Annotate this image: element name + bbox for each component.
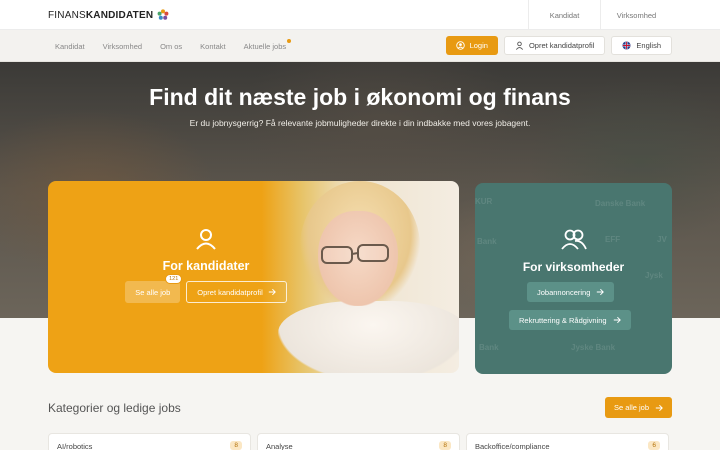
category-list: AI/robotics 8 Analyse 8 Backoffice/compl… (48, 433, 669, 450)
categories-title: Kategorier og ledige jobs (48, 401, 181, 415)
people-icon (561, 229, 587, 250)
client-logo-watermark: EFF (605, 235, 621, 244)
category-name: AI/robotics (57, 442, 93, 450)
job-ads-label: Jobannoncering (537, 287, 591, 297)
glasses-graphic (321, 244, 389, 264)
client-logo-watermark: Danske Bank (595, 199, 646, 208)
arrow-right-icon (597, 288, 605, 296)
user-circle-icon (455, 41, 465, 50)
nav-item-om-os[interactable]: Om os (160, 42, 182, 51)
create-candidate-profile-button[interactable]: Opret kandidatprofil (186, 281, 287, 303)
arrow-right-icon (613, 316, 621, 324)
main-nav: Kandidat Virksomhed Om os Kontakt Aktuel… (0, 30, 720, 62)
nav-item-aktuelle-jobs[interactable]: Aktuelle jobs (243, 38, 292, 51)
see-all-jobs-button[interactable]: Se alle job 121 (125, 274, 183, 303)
category-name: Backoffice/compliance (475, 442, 550, 450)
recruitment-button[interactable]: Rekruttering & Rådgivning (509, 310, 631, 330)
recruitment-label: Rekruttering & Rådgivning (519, 315, 607, 325)
category-card[interactable]: AI/robotics 8 (48, 433, 251, 450)
logo-text-part2: KANDIDATEN (85, 9, 154, 21)
candidates-card[interactable]: For kandidater Se alle job 121 Opret kan… (48, 181, 459, 373)
user-icon (515, 41, 523, 50)
hero-subtitle: Er du jobnysgerrig? Få relevante jobmuli… (189, 118, 531, 128)
category-name: Analyse (266, 442, 293, 450)
nav-item-aktuelle-jobs-label: Aktuelle jobs (243, 41, 287, 51)
category-card[interactable]: Backoffice/compliance 6 (466, 433, 669, 450)
client-logo-watermark: Jyske Bank (571, 343, 616, 352)
create-candidate-profile-label: Opret kandidatprofil (197, 287, 263, 297)
login-label: Login (469, 41, 488, 50)
hero-title: Find dit næste job i økonomi og finans (149, 84, 571, 110)
candidates-title: For kandidater (162, 259, 250, 273)
categories-see-all-label: Se alle job (613, 403, 650, 412)
categories-see-all-button[interactable]: Se alle job (605, 397, 672, 418)
client-logo-watermark: KUR (475, 197, 493, 206)
companies-card[interactable]: KUR Danske Bank Bank EFF JV Jysk Bank Jy… (475, 183, 672, 374)
person-icon (196, 229, 216, 250)
create-profile-button[interactable]: Opret kandidatprofil (503, 36, 606, 55)
category-count-badge: 8 (230, 441, 242, 450)
notification-dot (287, 38, 292, 43)
client-logo-watermark: Bank (477, 237, 497, 246)
nav-item-kontakt[interactable]: Kontakt (200, 42, 225, 51)
language-button[interactable]: English (611, 36, 672, 55)
see-all-jobs-label: Se alle job (135, 287, 171, 297)
category-count-badge: 6 (648, 441, 660, 450)
nav-item-kandidat[interactable]: Kandidat (55, 42, 85, 51)
job-count-badge: 121 (165, 274, 183, 284)
category-card[interactable]: Analyse 8 (257, 433, 460, 450)
category-count-badge: 8 (439, 441, 451, 450)
logo[interactable]: FINANS KANDIDATEN (48, 9, 169, 21)
top-link-kandidat[interactable]: Kandidat (528, 0, 600, 30)
arrow-right-icon (655, 404, 663, 411)
top-link-virksomhed[interactable]: Virksomhed (600, 0, 672, 30)
language-label: English (636, 41, 661, 50)
client-logo-watermark: Bank (479, 343, 499, 352)
top-bar: FINANS KANDIDATEN Kandidat Virksomhed (0, 0, 720, 30)
job-ads-button[interactable]: Jobannoncering (527, 282, 615, 302)
arrow-right-icon (268, 288, 276, 296)
create-profile-label: Opret kandidatprofil (528, 41, 595, 50)
logo-flower-icon (157, 9, 169, 20)
uk-flag-icon (622, 41, 631, 50)
nav-item-virksomhed[interactable]: Virksomhed (103, 42, 142, 51)
login-button[interactable]: Login (445, 36, 498, 55)
logo-text-part1: FINANS (48, 9, 86, 21)
companies-title: For virksomheder (522, 260, 625, 274)
client-logo-watermark: JV (657, 235, 667, 244)
